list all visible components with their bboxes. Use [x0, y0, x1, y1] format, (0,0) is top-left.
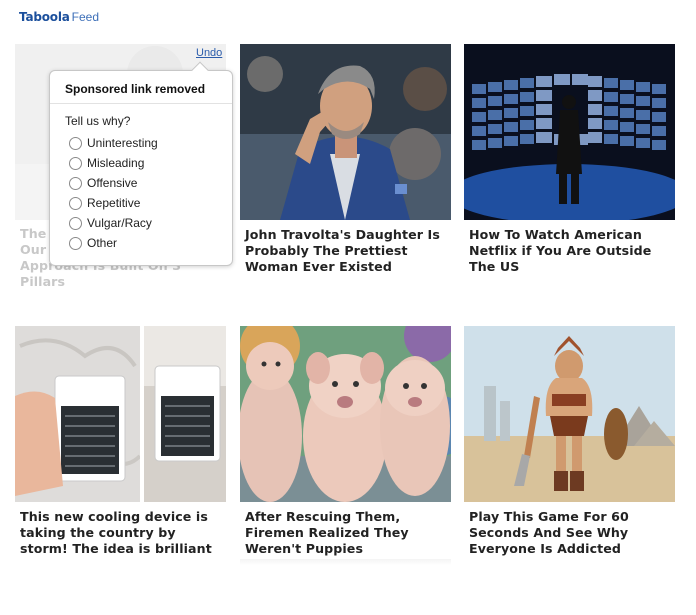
reason-vulgar-racy[interactable]: Vulgar/Racy: [69, 213, 158, 233]
reason-label: Misleading: [87, 156, 145, 170]
card-title[interactable]: After Rescuing Them, Firemen Realized Th…: [245, 509, 450, 557]
sponsored-card[interactable]: John Travolta's Daughter Is Probably The…: [240, 44, 451, 274]
sponsored-card[interactable]: This new cooling device is taking the co…: [15, 326, 226, 556]
sponsored-card[interactable]: After Rescuing Them, Firemen Realized Th…: [240, 326, 451, 565]
card-thumbnail[interactable]: [464, 326, 675, 502]
reason-misleading[interactable]: Misleading: [69, 153, 158, 173]
reason-other[interactable]: Other: [69, 233, 158, 253]
card-title[interactable]: How To Watch American Netflix if You Are…: [469, 227, 674, 275]
reason-label: Other: [87, 236, 118, 250]
card-title[interactable]: This new cooling device is taking the co…: [20, 509, 225, 557]
feedback-popup: Sponsored link removed Tell us why? Unin…: [49, 70, 233, 266]
feed-label: Feed: [71, 10, 99, 24]
radio-button[interactable]: [69, 176, 82, 190]
card-thumbnail[interactable]: [464, 44, 675, 220]
radio-button[interactable]: [69, 196, 82, 210]
reason-uninteresting[interactable]: Uninteresting: [69, 133, 158, 153]
card-title[interactable]: Play This Game For 60 Seconds And See Wh…: [469, 509, 674, 557]
reason-list: Uninteresting Misleading Offensive Repet…: [69, 133, 158, 253]
radio-button[interactable]: [69, 156, 82, 170]
card-title[interactable]: John Travolta's Daughter Is Probably The…: [245, 227, 450, 275]
reason-label: Repetitive: [87, 196, 141, 210]
radio-button[interactable]: [69, 236, 82, 250]
taboola-feed-logo[interactable]: Taboola Feed: [19, 10, 99, 26]
popup-prompt: Tell us why?: [65, 114, 131, 128]
truncated-text-fade: [240, 559, 451, 565]
reason-label: Uninteresting: [87, 136, 158, 150]
undo-link[interactable]: Undo: [196, 47, 222, 59]
sponsored-card[interactable]: How To Watch American Netflix if You Are…: [464, 44, 675, 274]
reason-offensive[interactable]: Offensive: [69, 173, 158, 193]
taboola-logo-text: Taboola: [19, 10, 70, 24]
radio-button[interactable]: [69, 216, 82, 230]
card-thumbnail[interactable]: [15, 326, 226, 502]
sponsored-card[interactable]: Play This Game For 60 Seconds And See Wh…: [464, 326, 675, 556]
card-thumbnail[interactable]: [240, 326, 451, 502]
reason-label: Offensive: [87, 176, 138, 190]
reason-label: Vulgar/Racy: [87, 216, 152, 230]
radio-button[interactable]: [69, 136, 82, 150]
popup-header: Sponsored link removed: [50, 71, 232, 104]
card-thumbnail[interactable]: [240, 44, 451, 220]
reason-repetitive[interactable]: Repetitive: [69, 193, 158, 213]
